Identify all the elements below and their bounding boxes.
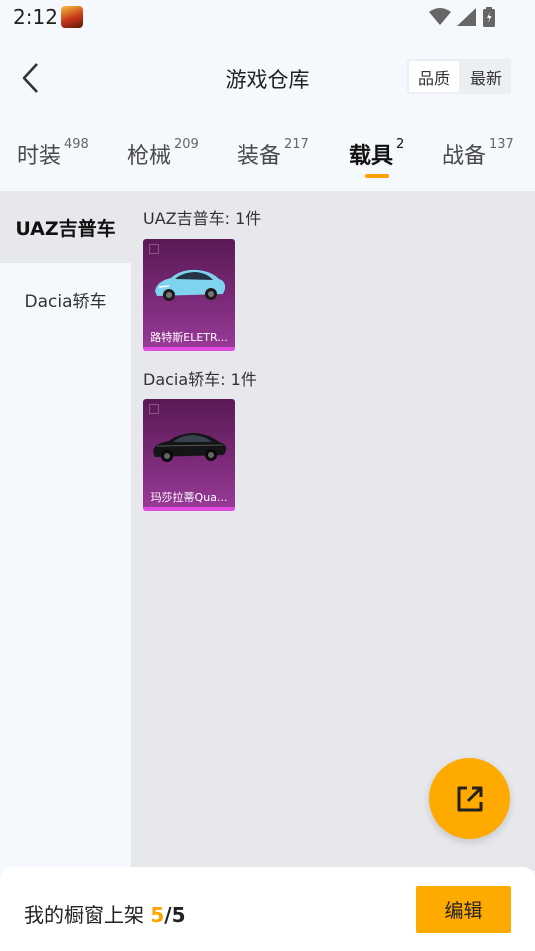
- item-card-maserati[interactable]: 玛莎拉蒂Qua...: [143, 399, 235, 511]
- sort-option-quality[interactable]: 品质: [409, 61, 459, 92]
- category-tabs: 时装 498 枪械 209 装备 217 载具 2 战备 137: [0, 122, 535, 184]
- tab-label: 时装: [17, 144, 62, 169]
- tab-label: 载具: [349, 144, 394, 169]
- rarity-stripe: [143, 347, 235, 351]
- group-title-dacia: Dacia轿车: 1件: [143, 370, 257, 389]
- sidebar-item-dacia[interactable]: Dacia轿车: [0, 263, 131, 335]
- share-button[interactable]: [429, 758, 510, 839]
- black-sedan-icon: [153, 433, 227, 462]
- wifi-icon: [429, 8, 451, 25]
- item-name: 玛莎拉蒂Qua...: [150, 491, 228, 504]
- shelf-label: 我的橱窗上架: [24, 903, 144, 927]
- sort-toggle: 品质 最新: [407, 59, 511, 94]
- tab-battle-supplies[interactable]: 战备 137: [442, 137, 514, 170]
- sidebar: UAZ吉普车 Dacia轿车: [0, 191, 131, 871]
- tab-count: 217: [284, 137, 309, 152]
- tab-label: 枪械: [127, 144, 172, 169]
- active-tab-indicator: [365, 174, 389, 178]
- item-name: 路特斯ELETR...: [150, 331, 228, 344]
- shelf-current-count: 5: [150, 903, 165, 927]
- sort-option-latest[interactable]: 最新: [461, 59, 511, 94]
- back-button[interactable]: [12, 58, 48, 98]
- tab-label: 战备: [442, 144, 487, 169]
- bottom-bar: 我的橱窗上架 5/5 编辑: [0, 867, 535, 951]
- light-blue-suv-icon: [155, 269, 226, 301]
- rarity-stripe: [143, 507, 235, 511]
- item-card-lotus[interactable]: 路特斯ELETR...: [143, 239, 235, 351]
- status-icons: [429, 7, 495, 27]
- group-title-uaz: UAZ吉普车: 1件: [143, 209, 262, 228]
- shelf-total-count: 5: [171, 903, 186, 927]
- shelf-separator: /: [164, 903, 172, 927]
- sidebar-item-uaz[interactable]: UAZ吉普车: [0, 191, 131, 263]
- tab-count: 498: [64, 137, 89, 152]
- tab-label: 装备: [237, 144, 282, 169]
- tab-count: 2: [396, 137, 405, 152]
- nav-bar: 游戏仓库 品质 最新: [0, 48, 535, 108]
- share-external-icon: [457, 786, 482, 811]
- tab-vehicles[interactable]: 载具 2: [349, 137, 405, 170]
- battery-icon: [483, 7, 495, 27]
- tab-count: 209: [174, 137, 199, 152]
- tab-fashion[interactable]: 时装 498: [17, 137, 89, 170]
- status-bar: 2:12: [0, 0, 535, 36]
- tab-weapons[interactable]: 枪械 209: [127, 137, 199, 170]
- signal-icon: [457, 8, 476, 26]
- app-notification-icon: [61, 6, 83, 28]
- tab-equipment[interactable]: 装备 217: [237, 137, 309, 170]
- chevron-left-icon: [22, 63, 38, 93]
- status-time: 2:12: [13, 5, 58, 29]
- edit-button[interactable]: 编辑: [416, 886, 511, 933]
- tab-count: 137: [489, 137, 514, 152]
- shelf-status: 我的橱窗上架 5/5: [24, 899, 186, 928]
